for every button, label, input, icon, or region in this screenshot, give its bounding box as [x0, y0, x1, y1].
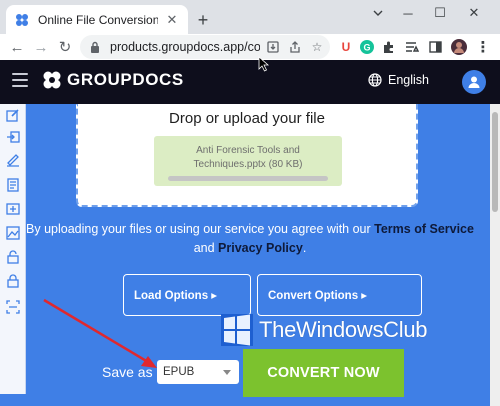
globe-icon [368, 73, 382, 87]
chevron-down-icon [223, 370, 231, 375]
tab-close-icon[interactable]: ✕ [164, 12, 180, 28]
load-options-button[interactable]: Load Options ▸ [123, 274, 251, 316]
maximize-button[interactable]: ☐ [428, 3, 452, 23]
watermark: TheWindowsClub [221, 314, 428, 346]
tool-edit-icon[interactable] [4, 106, 22, 124]
address-bar[interactable]: products.groupdocs.app/conv... ☆ [80, 35, 330, 59]
tab-title: Online File Conversion | Free Gro [38, 12, 158, 27]
tab-strip: Online File Conversion | Free Gro ✕ + ─ … [0, 0, 500, 34]
extension-u-icon[interactable]: U [337, 38, 355, 56]
groupdocs-logo[interactable]: GROUPDOCS [42, 70, 184, 90]
profile-avatar[interactable] [450, 38, 468, 56]
upload-progress-bar [168, 176, 328, 181]
lock-icon [90, 40, 102, 54]
browser-toolbar: ← → ↻ products.groupdocs.app/conv... ☆ U… [0, 34, 500, 60]
back-button[interactable]: ← [6, 36, 28, 58]
window-close-button[interactable]: ✕ [462, 3, 486, 23]
url-text: products.groupdocs.app/conv... [110, 40, 260, 54]
browser-menu-icon[interactable]: ⋮ [474, 38, 492, 56]
tab-search-chevron-icon[interactable] [366, 3, 390, 23]
site-viewport: GROUPDOCS English Drop or upload your fi… [0, 60, 500, 406]
convert-options-button[interactable]: Convert Options ▸ [257, 274, 422, 316]
tool-document-icon[interactable] [4, 176, 22, 194]
groupdocs-logo-icon [43, 71, 61, 89]
tool-sign-icon[interactable] [4, 152, 22, 170]
grammarly-icon[interactable]: G [358, 38, 376, 56]
svg-text:G: G [363, 43, 370, 53]
mouse-cursor-icon [258, 56, 270, 72]
browser-tab[interactable]: Online File Conversion | Free Gro ✕ [6, 5, 188, 34]
reload-button[interactable]: ↻ [54, 36, 76, 58]
scrollbar-thumb[interactable] [492, 112, 498, 212]
new-tab-button[interactable]: + [193, 10, 213, 30]
share-icon[interactable] [286, 38, 304, 56]
tool-scan-icon[interactable] [4, 298, 22, 316]
tool-merge-icon[interactable] [4, 200, 22, 218]
drop-title: Drop or upload your file [169, 110, 325, 127]
language-selector[interactable]: English [368, 73, 429, 87]
reading-list-icon[interactable] [403, 38, 421, 56]
minimize-button[interactable]: ─ [396, 3, 420, 23]
user-account-button[interactable] [462, 70, 486, 94]
format-value: EPUB [163, 366, 195, 378]
user-icon [468, 76, 480, 88]
save-as-label: Save as [102, 364, 153, 380]
uploaded-file-card: Anti Forensic Tools and Techniques.pptx … [154, 136, 342, 186]
hamburger-menu-icon[interactable] [12, 73, 28, 87]
groupdocs-favicon-icon [14, 12, 30, 28]
watermark-text: TheWindowsClub [259, 317, 428, 342]
site-header: GROUPDOCS English [0, 60, 500, 104]
logo-text: GROUPDOCS [67, 70, 184, 89]
windows-club-logo-icon [221, 314, 253, 346]
terms-of-service-link[interactable]: Terms of Service [374, 222, 474, 236]
uploaded-file-name: Anti Forensic Tools and Techniques.pptx … [193, 145, 303, 170]
tool-import-icon[interactable] [4, 128, 22, 146]
tool-lock-icon[interactable] [4, 272, 22, 290]
convert-now-button[interactable]: CONVERT NOW [243, 349, 404, 397]
privacy-policy-link[interactable]: Privacy Policy [218, 241, 303, 255]
terms-notice: By uploading your files or using our ser… [26, 222, 474, 255]
upload-dropzone[interactable]: Drop or upload your file Anti Forensic T… [76, 104, 418, 207]
bookmark-star-icon[interactable]: ☆ [308, 38, 326, 56]
side-panel-icon[interactable] [426, 38, 444, 56]
forward-button[interactable]: → [30, 36, 52, 58]
extensions-puzzle-icon[interactable] [380, 38, 398, 56]
page-scrollbar[interactable] [490, 104, 500, 406]
format-select[interactable]: EPUB [157, 360, 239, 384]
language-label: English [388, 73, 429, 87]
install-app-icon[interactable] [264, 38, 282, 56]
